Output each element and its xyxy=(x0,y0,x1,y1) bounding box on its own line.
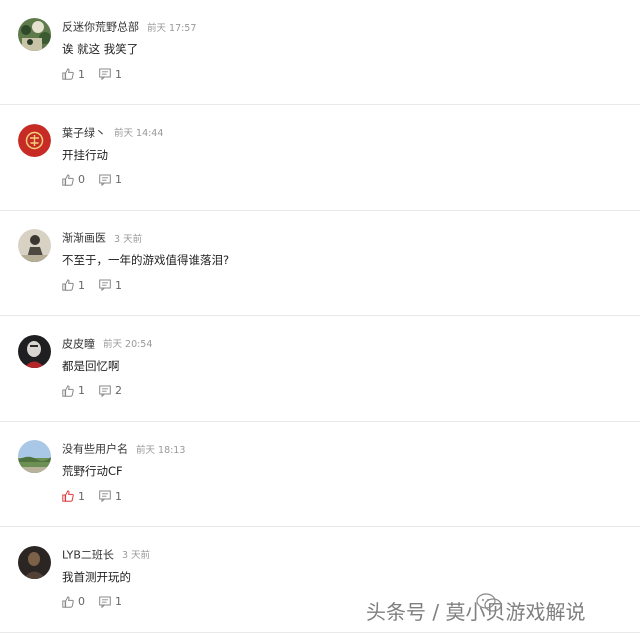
comment-icon xyxy=(99,68,111,80)
avatar[interactable] xyxy=(18,18,51,51)
reply-count: 1 xyxy=(115,278,122,292)
like-button[interactable]: 1 xyxy=(62,490,85,503)
reply-button[interactable]: 1 xyxy=(99,68,122,81)
reply-count: 1 xyxy=(115,489,122,503)
comment-actions: 11 xyxy=(62,66,122,82)
reply-button[interactable]: 1 xyxy=(99,595,122,608)
timestamp: 前天 18:13 xyxy=(136,444,186,456)
comment-meta: LYB二班长 3 天前 xyxy=(62,544,151,561)
username[interactable]: LYB二班长 xyxy=(62,548,114,561)
comment-actions: 11 xyxy=(62,488,122,504)
like-button[interactable]: 1 xyxy=(62,68,85,81)
comment-text: 开挂行动 xyxy=(62,147,108,162)
timestamp: 3 天前 xyxy=(114,233,143,245)
timestamp: 前天 17:57 xyxy=(147,22,197,34)
username[interactable]: 渐渐画医 xyxy=(62,232,106,245)
comment-item: 葉子绿丶 前天 14:44 开挂行动 0 1 xyxy=(0,106,640,211)
thumbs-up-icon xyxy=(62,173,74,186)
comment-meta: 反迷你荒野总部 前天 17:57 xyxy=(62,16,197,34)
thumbs-up-icon xyxy=(62,384,74,397)
comment-actions: 01 xyxy=(62,172,122,188)
like-count: 1 xyxy=(78,67,85,81)
comment-text: 不至于，一年的游戏值得谁落泪? xyxy=(62,253,230,267)
comment-icon xyxy=(99,596,111,608)
comment-item: 没有些用户名 前天 18:13 荒野行动CF 1 1 xyxy=(0,422,640,527)
thumbs-up-icon xyxy=(62,595,74,608)
timestamp: 3 天前 xyxy=(121,550,151,561)
like-count: 1 xyxy=(78,278,85,292)
comment-icon xyxy=(99,174,111,186)
timestamp: 前天 14:44 xyxy=(114,128,164,139)
thumbs-up-icon xyxy=(62,68,74,80)
comment-meta: 没有些用户名 前天 18:13 xyxy=(62,438,186,456)
username[interactable]: 反迷你荒野总部 xyxy=(62,21,139,34)
reply-count: 1 xyxy=(115,67,122,81)
comment-item: 渐渐画医 3 天前 不至于，一年的游戏值得谁落泪? 1 1 xyxy=(0,211,640,316)
timestamp: 前天 20:54 xyxy=(103,339,153,350)
username[interactable]: 葉子绿丶 xyxy=(62,126,106,139)
like-count: 0 xyxy=(78,173,85,186)
comment-actions: 11 xyxy=(62,277,122,293)
comment-actions: 01 xyxy=(62,594,122,610)
wechat-icon xyxy=(476,592,502,618)
reply-count: 2 xyxy=(115,384,122,397)
reply-button[interactable]: 2 xyxy=(99,384,122,397)
comment-text: 我首测开玩的 xyxy=(62,569,131,584)
avatar[interactable] xyxy=(18,123,51,157)
comment-meta: 渐渐画医 3 天前 xyxy=(62,227,143,245)
comment-item: 皮皮瞳 前天 20:54 都是回忆啊 1 2 xyxy=(0,317,640,422)
username[interactable]: 没有些用户名 xyxy=(62,443,128,456)
like-button[interactable]: 1 xyxy=(62,384,85,397)
comment-icon xyxy=(99,279,111,291)
avatar[interactable] xyxy=(18,334,51,368)
comment-actions: 12 xyxy=(62,383,122,399)
like-button[interactable]: 0 xyxy=(62,595,85,608)
username[interactable]: 皮皮瞳 xyxy=(62,337,95,350)
comment-icon xyxy=(99,385,111,397)
reply-button[interactable]: 1 xyxy=(99,279,122,292)
like-count: 0 xyxy=(78,595,85,608)
avatar[interactable] xyxy=(18,440,51,473)
avatar[interactable] xyxy=(18,545,51,579)
like-button[interactable]: 0 xyxy=(62,173,85,186)
comment-meta: 葉子绿丶 前天 14:44 xyxy=(62,122,164,139)
thumbs-up-icon xyxy=(62,490,74,502)
comment-text: 荒野行动CF xyxy=(62,464,123,478)
comment-icon xyxy=(99,490,111,502)
like-count: 1 xyxy=(78,489,85,503)
reply-count: 1 xyxy=(115,173,122,186)
comment-text: 都是回忆啊 xyxy=(62,358,120,373)
reply-count: 1 xyxy=(115,595,122,608)
comment-meta: 皮皮瞳 前天 20:54 xyxy=(62,333,153,350)
comment-item: 反迷你荒野总部 前天 17:57 诶 就这 我笑了 1 1 xyxy=(0,0,640,105)
comment-text: 诶 就这 我笑了 xyxy=(62,42,139,56)
reply-button[interactable]: 1 xyxy=(99,173,122,186)
like-count: 1 xyxy=(78,384,85,397)
like-button[interactable]: 1 xyxy=(62,279,85,292)
thumbs-up-icon xyxy=(62,279,74,291)
reply-button[interactable]: 1 xyxy=(99,490,122,503)
avatar[interactable] xyxy=(18,229,51,262)
